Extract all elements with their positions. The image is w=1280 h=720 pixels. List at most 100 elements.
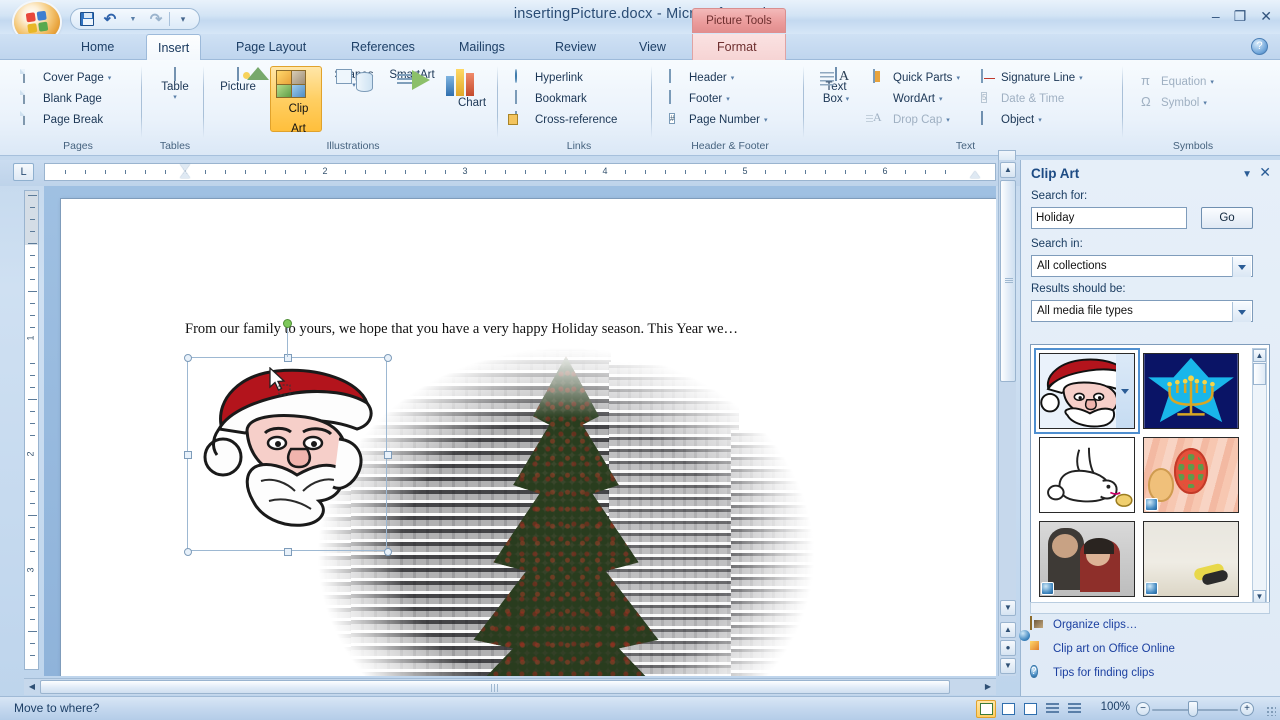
zoom-level[interactable]: 100% xyxy=(1101,701,1130,713)
right-indent-marker[interactable] xyxy=(970,171,980,178)
close-button[interactable]: ✕ xyxy=(1260,9,1272,23)
zoom-out-button[interactable]: − xyxy=(1136,702,1150,716)
clip-result-bunny[interactable] xyxy=(1039,437,1135,513)
document-vertical-scrollbar[interactable]: ▲ ▼ ▲ ● ▼ xyxy=(998,160,1016,676)
resize-handle-s[interactable] xyxy=(284,548,292,556)
clip-result-couple[interactable] xyxy=(1039,521,1135,597)
date-time-button[interactable]: 5 Date & Time xyxy=(978,88,1086,109)
close-pane-icon[interactable]: ✕ xyxy=(1259,165,1271,179)
page-break-button[interactable]: Page Break xyxy=(20,109,114,130)
scroll-down-button[interactable]: ▼ xyxy=(1000,600,1016,616)
resize-handle-n[interactable] xyxy=(284,354,292,362)
clip-art-results-list[interactable]: ▲ ▼ xyxy=(1030,344,1270,608)
tab-review[interactable]: Review xyxy=(544,34,607,60)
scroll-up-button[interactable]: ▲ xyxy=(1000,162,1016,178)
page-number-button[interactable]: # Page Number ▾ xyxy=(666,109,770,130)
tab-references[interactable]: References xyxy=(340,34,426,60)
resize-handle-sw[interactable] xyxy=(184,548,192,556)
resize-handle-nw[interactable] xyxy=(184,354,192,362)
tab-insert[interactable]: Insert xyxy=(146,34,202,60)
rotation-handle[interactable] xyxy=(283,319,292,328)
text-box-button[interactable]: Text Box ▾ xyxy=(812,67,860,105)
vertical-ruler[interactable]: 1 2 3 xyxy=(24,190,39,670)
object-button[interactable]: Object ▾ xyxy=(978,109,1086,130)
results-should-be-select[interactable]: All media file types xyxy=(1031,300,1253,322)
full-screen-reading-view-button[interactable] xyxy=(998,700,1018,718)
clip-result-santa[interactable] xyxy=(1034,348,1140,434)
document-page[interactable]: From our family to yours, we hope that y… xyxy=(60,198,996,676)
tab-home[interactable]: Home xyxy=(70,34,125,60)
tips-finding-clips-link[interactable]: ? Tips for finding clips xyxy=(1030,661,1270,685)
blank-page-button[interactable]: Blank Page xyxy=(20,88,114,109)
results-scroll-up[interactable]: ▲ xyxy=(1253,349,1266,362)
go-button[interactable]: Go xyxy=(1201,207,1253,229)
hanging-indent-marker[interactable] xyxy=(180,171,190,178)
resize-handle-w[interactable] xyxy=(184,451,192,459)
document-paragraph[interactable]: From our family to yours, we hope that y… xyxy=(185,321,905,338)
first-line-indent-marker[interactable] xyxy=(180,164,190,171)
scroll-left-button[interactable]: ◀ xyxy=(25,680,39,694)
zoom-slider[interactable]: − + xyxy=(1136,701,1254,717)
horizontal-ruler[interactable]: 1 2 3 4 5 6 xyxy=(44,163,996,181)
picture-selection-frame[interactable] xyxy=(184,354,392,556)
maximize-button[interactable]: ❐ xyxy=(1234,9,1247,23)
minimize-button[interactable]: – xyxy=(1212,9,1220,23)
wordart-button[interactable]: WordArt ▾ xyxy=(870,88,963,109)
hyperlink-button[interactable]: Hyperlink xyxy=(512,67,620,88)
clip-art-button[interactable]: Clip Art xyxy=(270,66,322,135)
horizontal-scroll-thumb[interactable] xyxy=(40,680,950,694)
resize-handle-se[interactable] xyxy=(384,548,392,556)
results-scrollbar[interactable]: ▲ ▼ xyxy=(1252,348,1267,604)
document-horizontal-scrollbar[interactable]: ◀ ▶ xyxy=(24,678,996,695)
resize-handle-ne[interactable] xyxy=(384,354,392,362)
text-box-label-line2: Box xyxy=(822,93,843,105)
resize-handle-e[interactable] xyxy=(384,451,392,459)
results-scroll-thumb[interactable] xyxy=(1253,363,1266,385)
footer-button[interactable]: Footer ▾ xyxy=(666,88,770,109)
symbol-button[interactable]: Ω Symbol ▾ xyxy=(1138,92,1217,113)
bookmark-button[interactable]: Bookmark xyxy=(512,88,620,109)
organize-clips-link[interactable]: Organize clips… xyxy=(1030,613,1270,637)
document-canvas[interactable]: From our family to yours, we hope that y… xyxy=(44,186,996,676)
signature-line-button[interactable]: Signature Line ▾ xyxy=(978,67,1086,88)
cross-reference-button[interactable]: Cross-reference xyxy=(512,109,620,130)
chart-button[interactable]: Chart xyxy=(446,68,498,109)
picture-button[interactable]: Picture xyxy=(212,67,264,93)
vertical-scroll-thumb[interactable] xyxy=(1000,180,1016,382)
help-icon[interactable]: ? xyxy=(1251,38,1268,55)
resize-grip[interactable] xyxy=(1266,706,1276,716)
shapes-button[interactable]: Shapes ▾ xyxy=(328,68,380,92)
search-input[interactable]: Holiday xyxy=(1031,207,1187,229)
clip-result-menorah[interactable] xyxy=(1143,353,1239,429)
web-layout-view-button[interactable] xyxy=(1020,700,1040,718)
tab-mailings[interactable]: Mailings xyxy=(448,34,516,60)
table-button[interactable]: Table ▾ xyxy=(149,67,201,101)
outline-view-button[interactable] xyxy=(1042,700,1062,718)
search-in-select[interactable]: All collections xyxy=(1031,255,1253,277)
clip-result-dropdown[interactable] xyxy=(1116,354,1134,428)
draft-view-button[interactable] xyxy=(1064,700,1084,718)
chevron-down-icon[interactable] xyxy=(1232,302,1251,322)
quick-parts-button[interactable]: Quick Parts ▾ xyxy=(870,67,963,88)
tab-format[interactable]: Format xyxy=(706,34,768,60)
scroll-right-button[interactable]: ▶ xyxy=(981,680,995,694)
cover-page-button[interactable]: Cover Page ▾ xyxy=(20,67,114,88)
zoom-slider-thumb[interactable] xyxy=(1188,701,1198,717)
equation-button[interactable]: π Equation ▾ xyxy=(1138,71,1217,92)
office-online-link[interactable]: Clip art on Office Online xyxy=(1030,637,1270,661)
tab-view[interactable]: View xyxy=(628,34,677,60)
smartart-button[interactable]: SmartArt xyxy=(382,68,442,90)
previous-page-button[interactable]: ▲ xyxy=(1000,622,1016,638)
next-page-button[interactable]: ▼ xyxy=(1000,658,1016,674)
tab-selector-button[interactable]: L xyxy=(13,163,34,181)
chevron-down-icon[interactable] xyxy=(1232,257,1251,277)
clip-result-beach-sandals[interactable] xyxy=(1143,521,1239,597)
drop-cap-button[interactable]: Drop Cap ▾ xyxy=(870,109,963,130)
zoom-in-button[interactable]: + xyxy=(1240,702,1254,716)
header-button[interactable]: Header ▾ xyxy=(666,67,770,88)
print-layout-view-button[interactable] xyxy=(976,700,996,718)
select-browse-object[interactable]: ● xyxy=(1000,640,1016,656)
pane-options-icon[interactable]: ▼ xyxy=(1242,169,1252,180)
clip-result-easter-eggs[interactable] xyxy=(1143,437,1239,513)
tab-page-layout[interactable]: Page Layout xyxy=(225,34,317,60)
